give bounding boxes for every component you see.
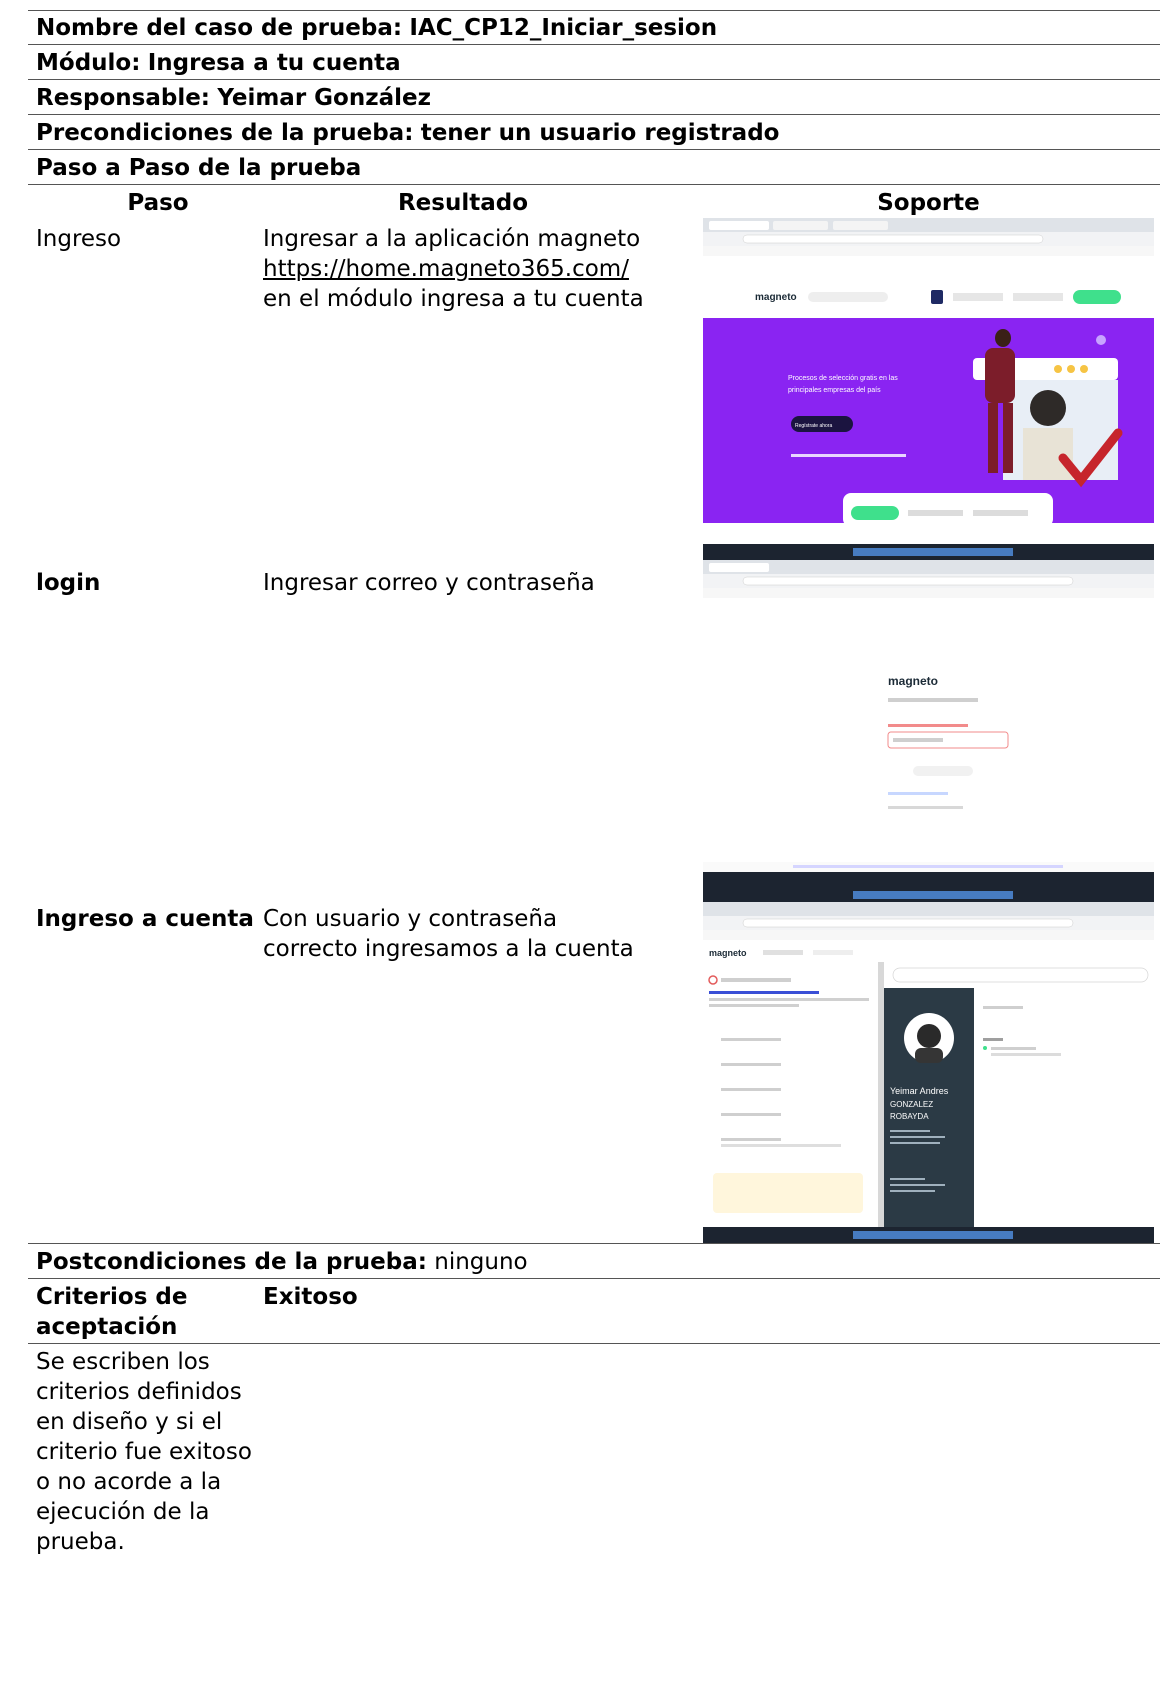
postconditions-row: Postcondiciones de la prueba: ninguno — [36, 1247, 528, 1277]
step-result: Con usuario y contraseña correcto ingres… — [263, 904, 634, 964]
acceptance-label-line: Criterios de — [36, 1284, 188, 1310]
test-name-row: Nombre del caso de prueba: IAC_CP12_Inic… — [36, 13, 717, 43]
acceptance-label-line: aceptación — [36, 1314, 178, 1340]
login-brand-logo: magneto — [888, 674, 938, 688]
acceptance-status: Exitoso — [263, 1284, 358, 1310]
profile-name: ROBAYDA — [890, 1112, 929, 1121]
acceptance-description-line: prueba. — [36, 1529, 125, 1555]
preconditions-value: tener un usuario registrado — [420, 120, 780, 146]
acceptance-description-line: criterios definidos — [36, 1379, 242, 1405]
step-name: login — [36, 570, 101, 596]
step-result: Ingresar correo y contraseña — [263, 570, 595, 596]
module-label: Módulo: — [36, 50, 141, 76]
preconditions-row: Precondiciones de la prueba: tener un us… — [36, 118, 779, 148]
rule — [28, 79, 1160, 80]
owner-label: Responsable: — [36, 85, 210, 111]
rule — [28, 184, 1160, 185]
hero-text: Procesos de selección gratis en las — [788, 375, 898, 382]
magneto-home-screenshot: magneto Procesos de selección gratis en … — [703, 218, 1154, 544]
step-name: Ingreso a cuenta — [36, 906, 254, 932]
acceptance-description-line: Se escriben los — [36, 1349, 210, 1375]
profile-name: Yeimar Andres — [890, 1086, 949, 1096]
acceptance-description-line: en diseño y si el — [36, 1409, 223, 1435]
column-header-step: Paso — [127, 190, 189, 216]
rule — [28, 1278, 1160, 1279]
acceptance-description-line: o no acorde a la — [36, 1469, 222, 1495]
step-result-line: Con usuario y contraseña — [263, 906, 558, 932]
acceptance-description-line: criterio fue exitoso — [36, 1439, 252, 1465]
steps-title: Paso a Paso de la prueba — [36, 155, 362, 181]
magneto-link[interactable]: https://home.magneto365.com/ — [263, 254, 644, 284]
test-name-value: IAC_CP12_Iniciar_sesion — [409, 15, 718, 41]
step-result-line: correcto ingresamos a la cuenta — [263, 936, 634, 962]
rule — [28, 1243, 1160, 1244]
rule — [28, 10, 1160, 11]
acceptance-description: Se escriben los criterios definidos en d… — [36, 1347, 252, 1557]
hero-button: Regístrate ahora — [795, 423, 832, 429]
rule — [28, 1343, 1160, 1344]
profile-name: GONZALEZ — [890, 1100, 933, 1109]
magneto-profile-screenshot: magneto Yeimar Andres GONZALEZ ROBAYDA — [703, 888, 1154, 1243]
column-header-support: Soporte — [877, 190, 980, 216]
step-result-line: Ingresar a la aplicación magneto — [263, 226, 641, 252]
owner-value: Yeimar González — [217, 85, 432, 111]
rule — [28, 44, 1160, 45]
step-result-line: en el módulo ingresa a tu cuenta — [263, 286, 644, 312]
test-name-label: Nombre del caso de prueba: — [36, 15, 403, 41]
hero-text: principales empresas del país — [788, 387, 881, 394]
preconditions-label: Precondiciones de la prueba: — [36, 120, 414, 146]
step-name: Ingreso — [36, 226, 122, 252]
rule — [28, 149, 1160, 150]
acceptance-description-line: ejecución de la — [36, 1499, 210, 1525]
brand-logo: magneto — [755, 292, 797, 303]
module-row: Módulo: Ingresa a tu cuenta — [36, 48, 401, 78]
acceptance-label: Criterios de aceptación — [36, 1282, 188, 1342]
owner-row: Responsable: Yeimar González — [36, 83, 431, 113]
module-value: Ingresa a tu cuenta — [147, 50, 401, 76]
rule — [28, 114, 1160, 115]
magneto-login-screenshot: magneto — [703, 544, 1154, 888]
postconditions-label: Postcondiciones de la prueba: — [36, 1249, 427, 1275]
column-header-result: Resultado — [397, 190, 529, 216]
postconditions-value: ninguno — [434, 1249, 528, 1275]
step-result: Ingresar a la aplicación magneto https:/… — [263, 224, 644, 314]
profile-brand-logo: magneto — [709, 948, 747, 958]
